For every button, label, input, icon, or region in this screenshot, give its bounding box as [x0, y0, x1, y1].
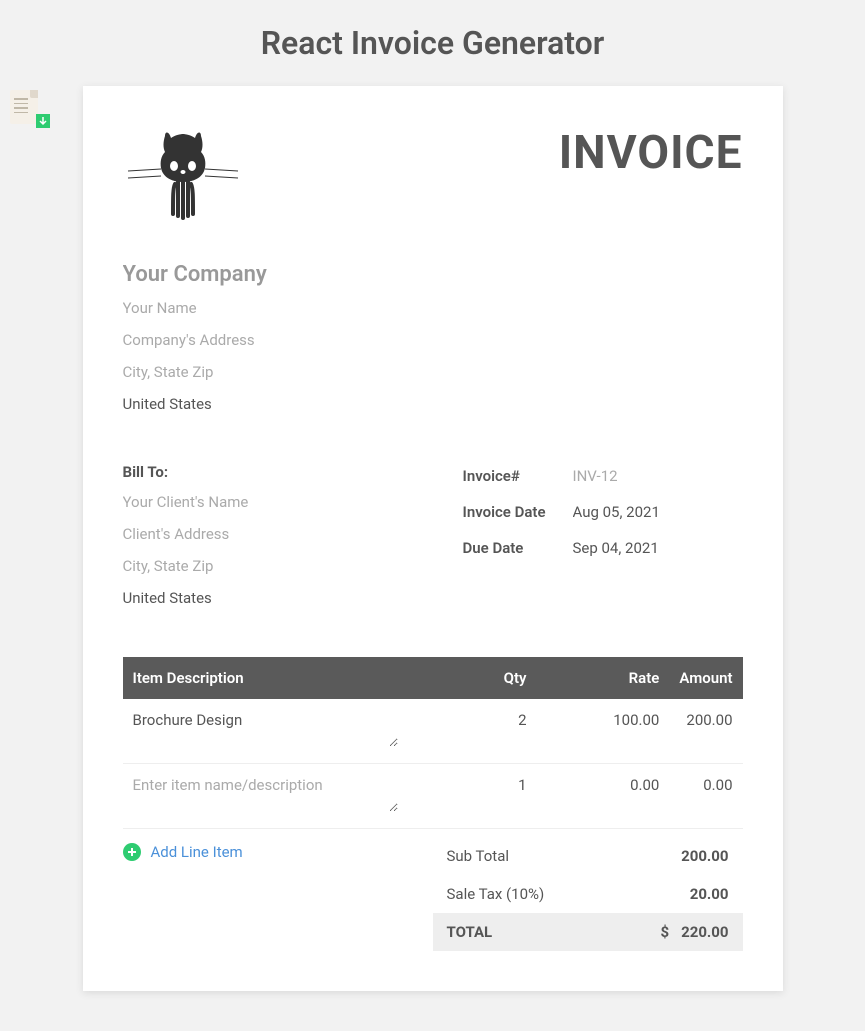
subtotal-value: 200.00: [681, 847, 728, 865]
due-date-label[interactable]: Due Date: [463, 539, 573, 557]
company-country-input[interactable]: [123, 391, 743, 417]
totals-block: Sub Total 200.00 Sale Tax (10%) 20.00 TO…: [433, 837, 743, 951]
company-name-input[interactable]: [123, 258, 743, 291]
table-row: 0.00: [123, 764, 743, 829]
col-description[interactable]: Item Description: [123, 657, 408, 699]
invoice-page: INVOICE Bill To: Invoice# Invoice Date: [83, 86, 783, 991]
col-qty[interactable]: Qty: [408, 657, 537, 699]
table-row: Brochure Design 200.00: [123, 699, 743, 764]
due-date-input[interactable]: [573, 535, 743, 561]
item-rate-input[interactable]: [547, 776, 660, 794]
company-address-input[interactable]: [123, 327, 743, 353]
items-table: Item Description Qty Rate Amount Brochur…: [123, 657, 743, 829]
invoice-date-input[interactable]: [573, 499, 743, 525]
col-rate[interactable]: Rate: [537, 657, 670, 699]
invoice-number-label[interactable]: Invoice#: [463, 467, 573, 485]
company-city-input[interactable]: [123, 359, 743, 385]
item-qty-input[interactable]: [418, 711, 527, 729]
plus-icon: [123, 843, 141, 861]
item-rate-input[interactable]: [547, 711, 660, 729]
add-line-label: Add Line Item: [151, 843, 243, 861]
app-title: React Invoice Generator: [0, 0, 865, 86]
item-description-input[interactable]: Brochure Design: [133, 711, 398, 747]
invoice-date-label[interactable]: Invoice Date: [463, 503, 573, 521]
company-contact-input[interactable]: [123, 295, 743, 321]
document-icon: [10, 90, 38, 124]
download-icon: [36, 114, 50, 128]
client-name-input[interactable]: [123, 489, 443, 515]
item-description-input[interactable]: [133, 776, 398, 812]
item-qty-input[interactable]: [418, 776, 527, 794]
client-address-input[interactable]: [123, 521, 443, 547]
invoice-number-input[interactable]: [573, 463, 743, 489]
client-block: Bill To:: [123, 463, 443, 617]
bill-to-label[interactable]: Bill To:: [123, 463, 443, 481]
item-amount: 200.00: [669, 699, 742, 764]
client-country-input[interactable]: [123, 585, 443, 611]
tax-value: 20.00: [690, 885, 729, 903]
total-label[interactable]: TOTAL: [447, 923, 493, 941]
invoice-title[interactable]: INVOICE: [559, 126, 743, 180]
company-block: [123, 258, 743, 417]
invoice-meta: Invoice# Invoice Date Due Date: [463, 463, 743, 617]
item-amount: 0.00: [669, 764, 742, 829]
client-city-input[interactable]: [123, 553, 443, 579]
subtotal-label[interactable]: Sub Total: [447, 847, 510, 865]
col-amount[interactable]: Amount: [669, 657, 742, 699]
company-logo[interactable]: [123, 126, 243, 230]
total-value: $220.00: [661, 923, 729, 941]
tax-label[interactable]: Sale Tax (10%): [447, 885, 545, 903]
download-button[interactable]: [10, 90, 46, 126]
